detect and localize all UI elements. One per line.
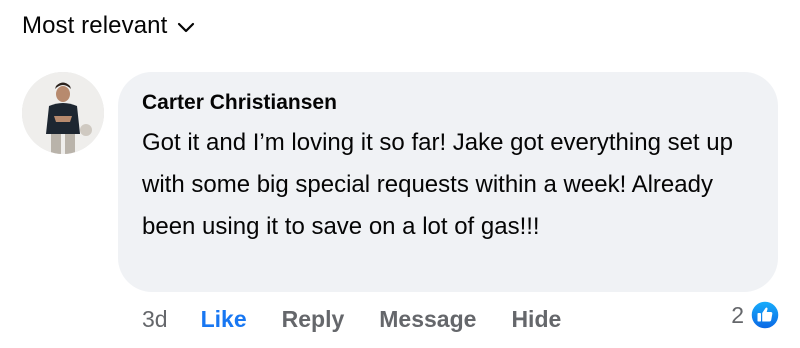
sort-dropdown[interactable]: Most relevant (22, 12, 195, 40)
avatar-image (22, 72, 104, 154)
reaction-summary[interactable]: 2 (731, 300, 780, 330)
reaction-count: 2 (731, 301, 744, 328)
reply-button[interactable]: Reply (282, 306, 345, 333)
message-button[interactable]: Message (379, 306, 476, 333)
comment-timestamp[interactable]: 3d (142, 306, 168, 333)
comment-section: Most relevant Carter Christiansen Got it… (0, 0, 800, 348)
hide-button[interactable]: Hide (511, 306, 561, 333)
sort-label: Most relevant (22, 12, 168, 39)
chevron-down-icon (178, 22, 195, 33)
thumbs-up-icon (750, 300, 780, 330)
like-button[interactable]: Like (201, 306, 247, 333)
comment-author[interactable]: Carter Christiansen (142, 90, 752, 116)
comment-text: Got it and I’m loving it so far! Jake go… (142, 129, 733, 240)
avatar[interactable] (22, 72, 104, 154)
comment-bubble: Carter Christiansen Got it and I’m lovin… (118, 72, 778, 292)
comment-actions: 3d Like Reply Message Hide (142, 306, 596, 333)
